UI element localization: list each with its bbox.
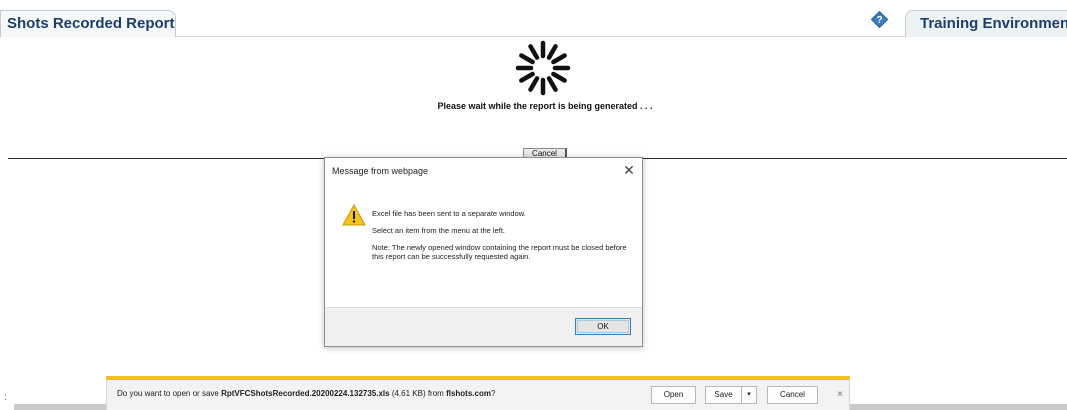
chevron-down-icon: ▾ xyxy=(747,391,751,398)
dialog-title: Message from webpage xyxy=(332,166,429,176)
dialog-titlebar: Message from webpage ✕ xyxy=(325,158,642,185)
ok-button[interactable]: OK xyxy=(575,318,631,335)
environment-tab-label: Training Environment xyxy=(920,15,1067,32)
download-size: (4.61 KB) from xyxy=(389,389,447,398)
horizontal-scrollbar-left[interactable] xyxy=(14,404,106,410)
spinner-spoke xyxy=(546,44,558,60)
tab-training-environment[interactable]: Training Environment xyxy=(905,10,1067,37)
open-file-button[interactable]: Open xyxy=(651,386,696,404)
spinner-spoke xyxy=(528,76,540,92)
report-tab-label: Shots Recorded Report xyxy=(7,15,175,32)
download-site: flshots.com xyxy=(446,389,491,398)
spinner-spoke xyxy=(551,53,567,65)
cancel-download-button[interactable]: Cancel xyxy=(767,386,818,404)
dialog-message-line1: Excel file has been sent to a separate w… xyxy=(372,209,526,218)
help-diamond-icon[interactable]: ? xyxy=(871,11,888,28)
loading-message: Please wait while the report is being ge… xyxy=(437,101,653,111)
download-file-name: RptVFCShotsRecorded.20200224.132735.xls xyxy=(221,389,390,398)
dialog-message: Excel file has been sent to a separate w… xyxy=(372,209,634,269)
save-options-dropdown[interactable]: ▾ xyxy=(741,386,757,404)
close-icon[interactable]: × xyxy=(834,388,846,402)
close-icon[interactable]: ✕ xyxy=(620,162,638,180)
spinner-spoke xyxy=(519,71,535,83)
spinner-spoke xyxy=(528,44,540,60)
spinner-spoke xyxy=(519,53,535,65)
download-notification-bar: Do you want to open or save RptVFCShotsR… xyxy=(106,376,850,410)
download-prefix: Do you want to open or save xyxy=(117,389,222,398)
message-dialog: Message from webpage ✕ Excel file has be… xyxy=(324,157,643,347)
dialog-footer: OK xyxy=(325,307,642,346)
dialog-message-note: Note: The newly opened window containing… xyxy=(372,243,627,261)
tab-shots-recorded-report[interactable]: Shots Recorded Report xyxy=(0,10,176,37)
spinner-spoke xyxy=(546,76,558,92)
dialog-message-line2: Select an item from the menu at the left… xyxy=(372,226,505,235)
loading-spinner-icon xyxy=(515,40,571,96)
spinner-spoke xyxy=(551,71,567,83)
download-prompt: Do you want to open or save RptVFCShotsR… xyxy=(117,389,495,398)
download-suffix: ? xyxy=(490,389,496,398)
warning-icon xyxy=(342,204,366,226)
horizontal-scrollbar-right[interactable] xyxy=(850,404,1067,410)
svg-text:?: ? xyxy=(876,15,882,26)
save-file-button[interactable]: Save xyxy=(705,386,741,404)
scroll-marker: : xyxy=(4,392,7,403)
